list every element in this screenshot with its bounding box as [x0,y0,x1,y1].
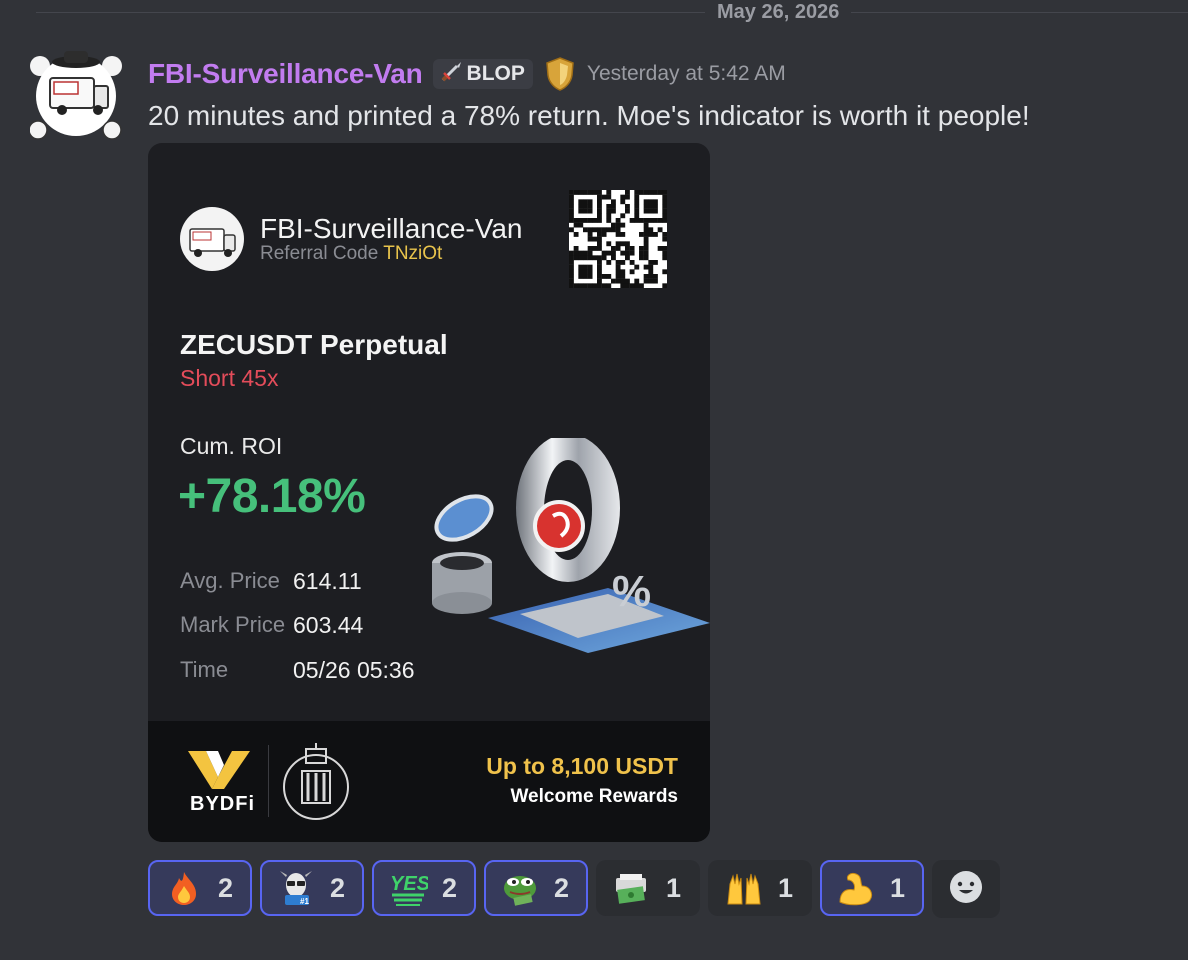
roi-label: Cum. ROI [180,433,283,459]
pnl-share-card[interactable]: FBI-Surveillance-Van Referral Code TNziO… [148,143,710,842]
reaction-count: 2 [442,872,458,903]
reward-subtitle: Welcome Rewards [510,786,678,807]
smiley-icon [948,869,984,910]
flexed-biceps-icon [836,868,876,908]
reaction-bar: 2 #1 2 YES 2 2 1 1 1 [148,860,1000,918]
card-footer: BYDFi Up to 8,100 USDT Welcome Rewards [148,721,710,842]
goat-icon: #1 [276,868,316,908]
reaction-pepe[interactable]: 2 [484,860,588,916]
avg-price-value: 614.11 [293,568,362,594]
reaction-flexed-biceps[interactable]: 1 [820,860,924,916]
referral-label: Referral Code [260,243,379,264]
pepe-frog-icon [500,868,540,908]
referral-row: Referral Code TNziOt [260,243,442,265]
date-divider-label: May 26, 2026 [705,0,852,24]
card-user-name: FBI-Surveillance-Van [260,213,523,244]
reaction-yes[interactable]: YES 2 [372,860,476,916]
date-divider [36,12,1188,13]
reaction-raised-hands[interactable]: 1 [708,860,812,916]
server-tag[interactable]: BLOP [432,59,533,89]
fire-icon [164,868,204,908]
author-avatar[interactable] [28,48,122,140]
add-reaction-button[interactable] [932,860,1000,918]
reaction-goat[interactable]: #1 2 [260,860,364,916]
bydfi-brand-name: BYDFi [190,793,255,815]
reaction-count: 2 [554,872,570,903]
mark-price-value: 603.44 [293,612,364,638]
svg-text:YES: YES [390,873,428,895]
yes-icon: YES [388,868,428,908]
time-label: Time [180,657,229,682]
position-side: Short 45x [180,365,279,391]
svg-text:%: % [612,567,651,616]
reaction-money-printer[interactable]: 1 [596,860,700,916]
reaction-count: 1 [890,872,906,903]
reaction-count: 2 [218,872,234,903]
message-timestamp[interactable]: Yesterday at 5:42 AM [587,62,786,86]
time-value: 05/26 05:36 [293,657,415,683]
footer-divider [268,745,269,817]
newcastle-crest-icon [278,743,354,821]
card-avatar [180,207,244,271]
trading-pair: ZECUSDT Perpetual [180,329,448,360]
message-header: FBI-Surveillance-Van BLOP Yesterday at 5… [148,56,786,92]
reward-title: Up to 8,100 USDT [486,753,678,779]
reaction-count: 1 [778,872,794,903]
avg-price-label: Avg. Price [180,568,280,593]
server-tag-label: BLOP [466,62,525,85]
referral-code: TNziOt [383,243,443,264]
reaction-count: 2 [330,872,346,903]
svg-text:#1: #1 [300,897,309,906]
qr-code [569,190,668,289]
raised-hands-icon [724,868,764,908]
mark-price-label: Mark Price [180,612,286,637]
reaction-fire[interactable]: 2 [148,860,252,916]
author-name[interactable]: FBI-Surveillance-Van [148,58,423,90]
sword-icon [439,60,463,89]
message-text: 20 minutes and printed a 78% return. Moe… [148,100,1030,131]
zero-percent-promo-image: % [428,434,710,653]
shield-badge-icon[interactable] [545,56,577,92]
roi-value: +78.18% [178,470,366,523]
reaction-count: 1 [666,872,682,903]
money-printer-icon [612,868,652,908]
